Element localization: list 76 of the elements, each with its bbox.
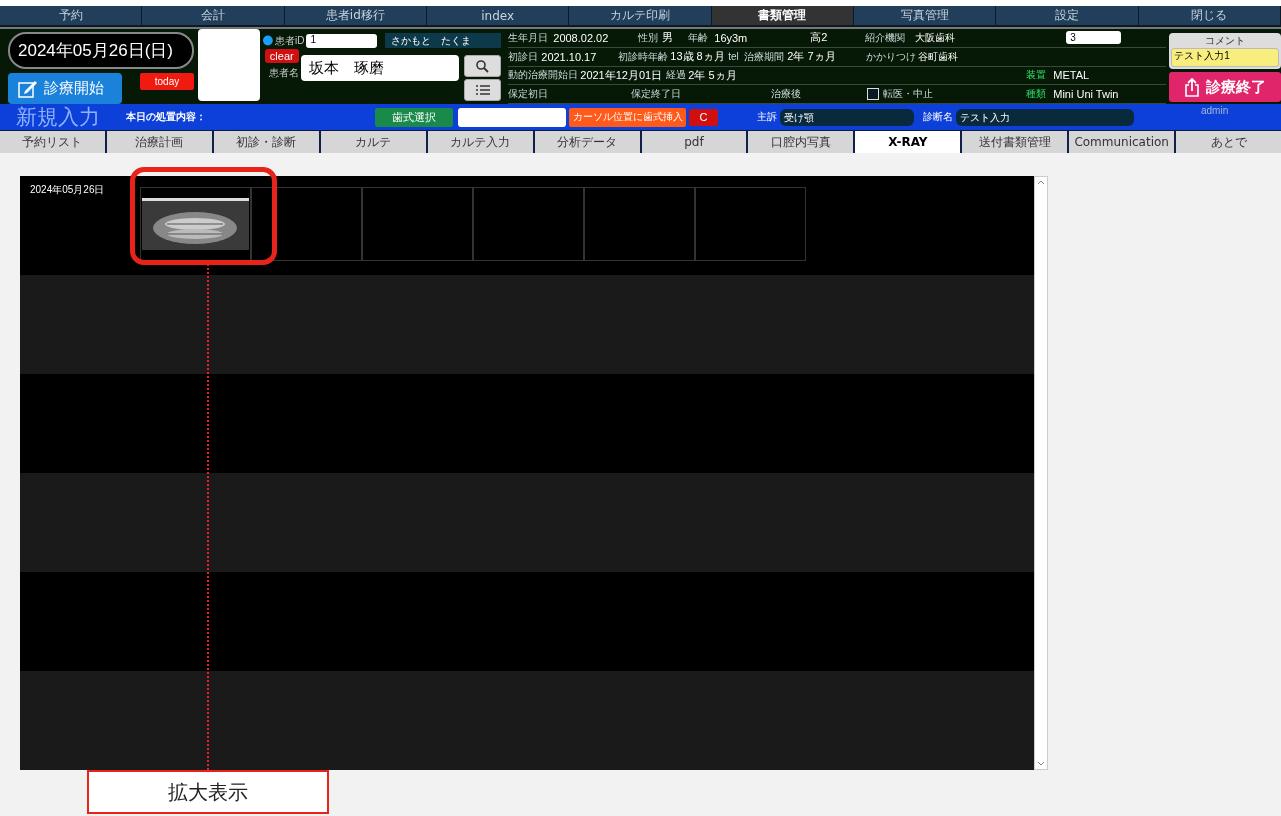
field-label: 年齢 [688, 30, 710, 45]
edit-icon [18, 79, 38, 98]
field-label: 保定初日 [508, 87, 550, 102]
field-value: 2021.10.17 [541, 50, 598, 63]
menu-item[interactable]: index [427, 6, 570, 25]
menu-item[interactable]: 会計 [142, 6, 285, 25]
list-icon [475, 85, 490, 95]
today-button[interactable]: today [140, 73, 194, 90]
menu-item[interactable]: 患者id移行 [284, 6, 427, 25]
field-value: 2021年12月01日 [580, 67, 664, 83]
search-icon [476, 59, 490, 73]
comment-field[interactable]: テスト入力1 [1171, 48, 1279, 67]
treatment-label: 本日の処置内容： [126, 110, 207, 124]
start-button[interactable]: 診療開始 [8, 73, 122, 104]
patient-name-field[interactable]: 坂本 琢磨 [300, 55, 460, 81]
complaint-field[interactable]: 受け顎 [780, 108, 914, 126]
field-value: METAL [1053, 69, 1091, 82]
upload-icon [1184, 77, 1201, 97]
patient-name-label: 患者名 [268, 66, 299, 80]
menu-item[interactable]: 設定 [996, 6, 1139, 25]
tooth-input-field[interactable] [458, 107, 566, 127]
field-label: 治療期間 [744, 49, 786, 64]
diagnosis-label: 診断名 [923, 110, 953, 124]
input-field[interactable]: 3 [1066, 31, 1122, 45]
field-label: 種類 [1026, 87, 1048, 102]
field-label: 生年月日 [508, 30, 550, 45]
field-label: 経過 [666, 68, 688, 83]
field-value: 男 [662, 30, 675, 46]
field-label: 初診時年齢 [618, 49, 670, 64]
photo-placeholder [198, 29, 261, 101]
callout-label: 拡大表示 [87, 770, 329, 814]
field-value: Mini Uni Twin [1053, 88, 1120, 101]
field-label: 動的治療開始日 [508, 68, 580, 83]
comment-label: コメント [1205, 34, 1246, 48]
field-value: 高2 [810, 30, 829, 46]
menu-item[interactable]: 閉じる [1138, 6, 1281, 25]
field-value: 2008.02.02 [553, 31, 610, 44]
field-value: 大阪歯科 [915, 30, 957, 45]
session-date: 2024年05月26日 [29, 183, 106, 197]
tooth-select-button[interactable]: 歯式選択 [375, 107, 453, 127]
field-label: tel [728, 51, 740, 63]
field-value: 16y3m [714, 31, 749, 44]
field-label: 保定終了日 [631, 87, 683, 102]
menu-item[interactable]: カルテ印刷 [569, 6, 712, 25]
patient-id-label: 患者iD [275, 33, 305, 48]
kana-name: さかもと たくま [384, 33, 502, 48]
menu-item[interactable]: 予約 [0, 6, 143, 25]
user-name: admin [1201, 105, 1229, 116]
mode-title: 新規入力 [16, 104, 101, 130]
image-slot[interactable] [140, 187, 251, 261]
checkbox-label: 転医・中止 [883, 87, 934, 102]
clear-button[interactable]: C [689, 108, 718, 126]
clear-button[interactable]: clear [264, 49, 299, 63]
diagnosis-field[interactable]: テスト入力 [956, 108, 1134, 126]
search-button[interactable] [464, 55, 502, 77]
field-value: 2年 7ヵ月 [787, 49, 837, 65]
field-label: かかりつけ [866, 49, 918, 64]
field-value: 2年 5ヵ月 [688, 67, 738, 83]
dot-icon [263, 35, 274, 46]
menu-item[interactable]: 書類管理 [711, 6, 854, 25]
field-label: 治療後 [771, 87, 803, 102]
complaint-label: 主訴 [757, 110, 777, 124]
tab[interactable]: X-RAY [853, 131, 961, 153]
end-button[interactable]: 診療終了 [1169, 72, 1281, 102]
field-value: 13歳 8ヵ月 [670, 49, 726, 65]
menu-item[interactable]: 写真管理 [853, 6, 997, 25]
field-label: 性別 [638, 30, 660, 45]
field-label: 紹介機関 [865, 30, 907, 45]
field-label: 初診日 [508, 49, 540, 64]
date-display: 2024年05月26日(日) [8, 32, 194, 69]
field-label: 装置 [1026, 68, 1048, 83]
list-button[interactable] [464, 79, 502, 101]
empty-slot[interactable] [251, 187, 362, 261]
checkbox[interactable] [867, 88, 880, 101]
patient-id-field[interactable]: 1 [306, 33, 377, 48]
field-value: 谷町歯科 [918, 49, 960, 64]
